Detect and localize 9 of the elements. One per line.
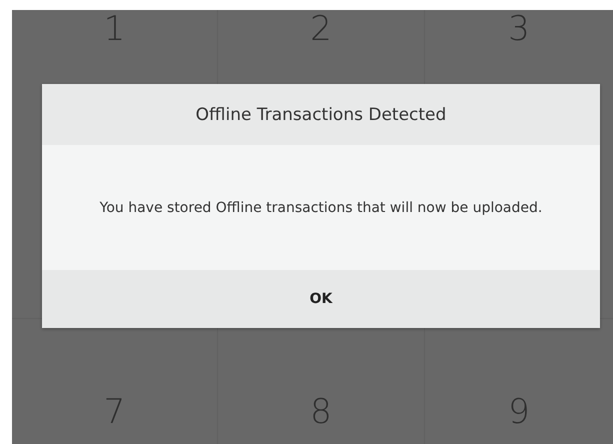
dialog-title: Offline Transactions Detected — [42, 84, 600, 145]
keypad-key[interactable]: 3 — [508, 12, 530, 46]
keypad-key[interactable]: 9 — [508, 394, 530, 428]
dialog-message: You have stored Offline transactions that will now be uploaded. — [98, 198, 544, 218]
keypad-key[interactable]: 8 — [310, 394, 332, 428]
keypad-key[interactable]: 1 — [104, 12, 126, 46]
keypad-key[interactable]: 7 — [104, 394, 126, 428]
ok-button[interactable]: OK — [42, 270, 600, 328]
keypad-key[interactable]: 2 — [310, 12, 332, 46]
